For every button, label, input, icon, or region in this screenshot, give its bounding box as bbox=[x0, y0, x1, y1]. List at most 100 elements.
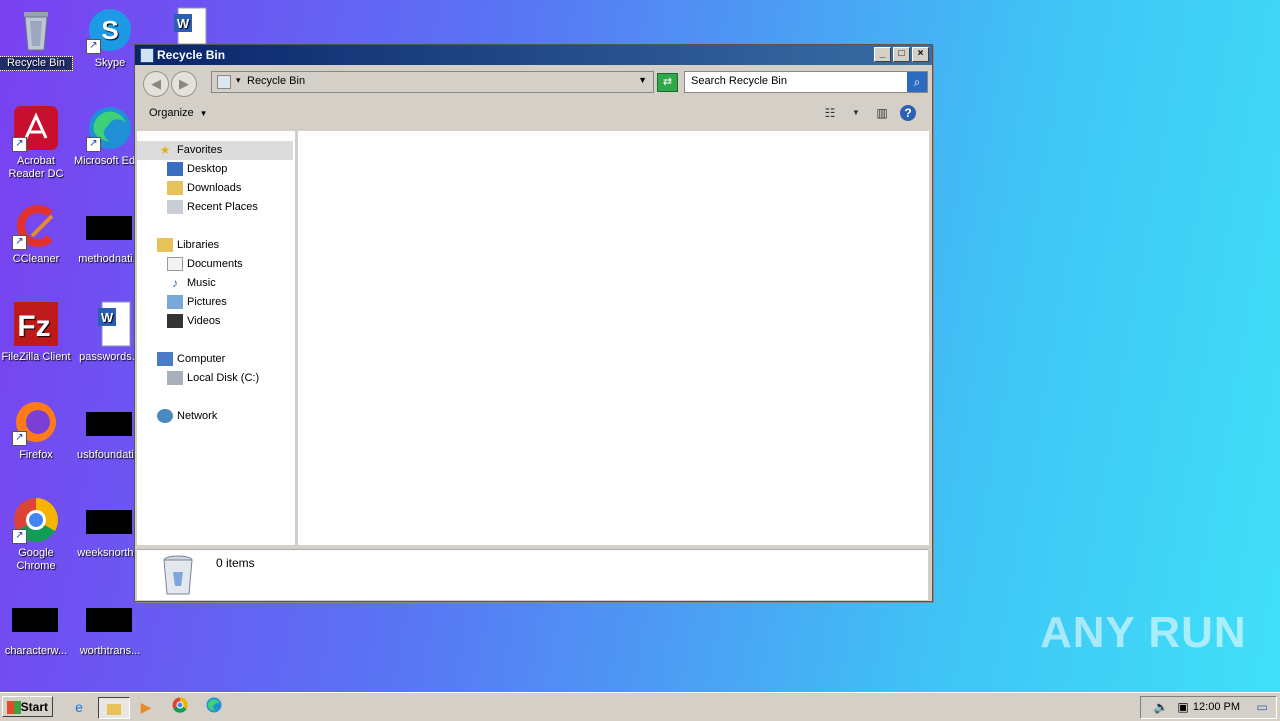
desktop-icon-label: FileZilla Client bbox=[1, 351, 71, 363]
nav-label: Videos bbox=[187, 315, 221, 327]
desktop-icon-recycle-bin[interactable]: Recycle Bin bbox=[0, 6, 73, 71]
desktop-icon-ccleaner[interactable]: ↗ CCleaner bbox=[0, 202, 72, 266]
file-list-area[interactable] bbox=[298, 131, 929, 545]
nav-item-desktop[interactable]: Desktop bbox=[167, 160, 227, 179]
firefox-icon: ↗ bbox=[12, 398, 60, 446]
taskbar: Start e ▶ 🔈 ▣ 12:00 PM ▭ bbox=[0, 692, 1280, 721]
ccleaner-icon: ↗ bbox=[12, 202, 60, 250]
libraries-icon bbox=[157, 238, 173, 253]
details-pane: 0 items bbox=[137, 549, 928, 600]
address-bar-area: ◀ ▶ ▾ Recycle Bin ▼ ⇄ ⌕ bbox=[135, 65, 932, 97]
minimize-button[interactable]: _ bbox=[874, 47, 891, 62]
recycle-bin-icon bbox=[140, 48, 154, 63]
nav-item-favorites[interactable]: ★ Favorites bbox=[137, 141, 293, 160]
search-box[interactable]: ⌕ bbox=[684, 71, 928, 93]
navigation-pane: ★ Favorites Desktop Downloads Recent Plac… bbox=[137, 131, 295, 545]
nav-item-local-disk[interactable]: Local Disk (C:) bbox=[167, 369, 259, 388]
chevron-down-icon: ▼ bbox=[199, 109, 208, 118]
nav-label: Computer bbox=[177, 353, 226, 365]
explorer-taskbar-button[interactable] bbox=[98, 697, 130, 719]
nav-item-pictures[interactable]: Pictures bbox=[167, 293, 227, 312]
svg-text:W: W bbox=[177, 16, 190, 31]
chevron-down-icon[interactable]: ▾ bbox=[236, 75, 241, 86]
internet-explorer-icon[interactable]: e bbox=[69, 697, 89, 717]
edge-icon[interactable] bbox=[204, 697, 224, 717]
clock[interactable]: 12:00 PM bbox=[1193, 701, 1240, 713]
address-dropdown-icon[interactable]: ▼ bbox=[638, 75, 647, 85]
shortcut-arrow-icon: ↗ bbox=[12, 431, 27, 446]
preview-pane-icon[interactable]: ▥ bbox=[874, 105, 890, 121]
recent-places-icon bbox=[167, 200, 183, 215]
svg-text:Fz: Fz bbox=[17, 310, 50, 343]
nav-label: Favorites bbox=[177, 144, 223, 156]
network-tray-icon[interactable]: ▣ bbox=[1173, 697, 1193, 717]
search-icon[interactable]: ⌕ bbox=[907, 72, 927, 92]
window-title: Recycle Bin bbox=[157, 48, 226, 62]
folder-icon bbox=[217, 75, 231, 89]
desktop-icon-filezilla[interactable]: Fz FileZilla Client bbox=[0, 300, 72, 364]
documents-icon bbox=[167, 257, 183, 272]
nav-label: Pictures bbox=[187, 296, 227, 308]
nav-item-computer[interactable]: Computer bbox=[157, 350, 225, 369]
music-icon: ♪ bbox=[172, 276, 178, 291]
media-player-icon[interactable]: ▶ bbox=[136, 697, 156, 717]
volume-icon[interactable]: 🔈 bbox=[1151, 697, 1171, 717]
desktop-icon-acrobat[interactable]: ↗ Acrobat Reader DC bbox=[0, 104, 72, 181]
desktop-icon-characterw[interactable]: characterw... bbox=[0, 594, 72, 658]
chrome-icon[interactable] bbox=[170, 697, 190, 717]
folder-icon bbox=[107, 703, 121, 715]
shortcut-arrow-icon: ↗ bbox=[86, 137, 101, 152]
refresh-button[interactable]: ⇄ bbox=[657, 73, 678, 92]
desktop-icon-chrome[interactable]: ↗ Google Chrome bbox=[0, 496, 72, 573]
nav-item-network[interactable]: Network bbox=[157, 407, 217, 426]
black-file-icon bbox=[86, 202, 134, 250]
desktop-icon-firefox[interactable]: ↗ Firefox bbox=[0, 398, 72, 462]
desktop-icon-label: Acrobat Reader DC bbox=[8, 155, 64, 180]
windows-logo-icon bbox=[7, 701, 21, 714]
nav-item-documents[interactable]: Documents bbox=[167, 255, 243, 274]
address-field[interactable]: ▾ Recycle Bin ▼ bbox=[211, 71, 654, 93]
disk-drive-icon bbox=[167, 371, 183, 386]
view-dropdown-icon[interactable]: ▼ bbox=[848, 105, 864, 121]
chrome-icon: ↗ bbox=[12, 496, 60, 544]
back-button[interactable]: ◀ bbox=[143, 71, 169, 97]
network-icon bbox=[157, 409, 173, 424]
close-button[interactable]: × bbox=[912, 47, 929, 62]
maximize-button[interactable]: □ bbox=[893, 47, 910, 62]
nav-item-music[interactable]: ♪ Music bbox=[167, 274, 216, 293]
desktop-icon bbox=[167, 162, 183, 177]
start-button[interactable]: Start bbox=[2, 696, 53, 717]
black-file-icon bbox=[12, 594, 60, 642]
start-label: Start bbox=[20, 700, 48, 714]
black-file-icon bbox=[86, 496, 134, 544]
svg-text:S: S bbox=[101, 15, 118, 45]
shortcut-arrow-icon: ↗ bbox=[12, 529, 27, 544]
address-path: Recycle Bin bbox=[247, 75, 306, 87]
pictures-icon bbox=[167, 295, 183, 310]
view-options-icon[interactable]: ☷ bbox=[822, 105, 838, 121]
nav-item-videos[interactable]: Videos bbox=[167, 312, 220, 331]
desktop-icon-label: Google Chrome bbox=[16, 547, 56, 572]
nav-item-downloads[interactable]: Downloads bbox=[167, 179, 241, 198]
black-file-icon bbox=[86, 398, 134, 446]
desktop-icon-label: Firefox bbox=[19, 449, 53, 461]
anyrun-watermark: ANY RUN bbox=[1040, 608, 1247, 657]
desktop-icon-worthtrans[interactable]: worthtrans... bbox=[74, 594, 146, 658]
videos-icon bbox=[167, 314, 183, 329]
nav-item-recent-places[interactable]: Recent Places bbox=[167, 198, 258, 217]
system-tray: 🔈 ▣ 12:00 PM ▭ bbox=[1140, 696, 1277, 719]
desktop-icon-label: CCleaner bbox=[12, 253, 60, 265]
forward-button[interactable]: ▶ bbox=[171, 71, 197, 97]
show-desktop-icon[interactable]: ▭ bbox=[1252, 697, 1272, 717]
nav-label: Desktop bbox=[187, 163, 228, 175]
organize-button[interactable]: Organize ▼ bbox=[149, 107, 208, 119]
nav-item-libraries[interactable]: Libraries bbox=[157, 236, 219, 255]
help-icon[interactable]: ? bbox=[900, 105, 916, 121]
organize-label: Organize bbox=[149, 107, 194, 119]
title-bar[interactable]: Recycle Bin _ □ × bbox=[135, 45, 932, 65]
search-input[interactable] bbox=[685, 72, 901, 90]
nav-label: Recent Places bbox=[187, 201, 258, 213]
desktop-icon-label: characterw... bbox=[4, 645, 68, 657]
word-document-icon: W bbox=[86, 300, 134, 348]
shortcut-arrow-icon: ↗ bbox=[12, 137, 27, 152]
